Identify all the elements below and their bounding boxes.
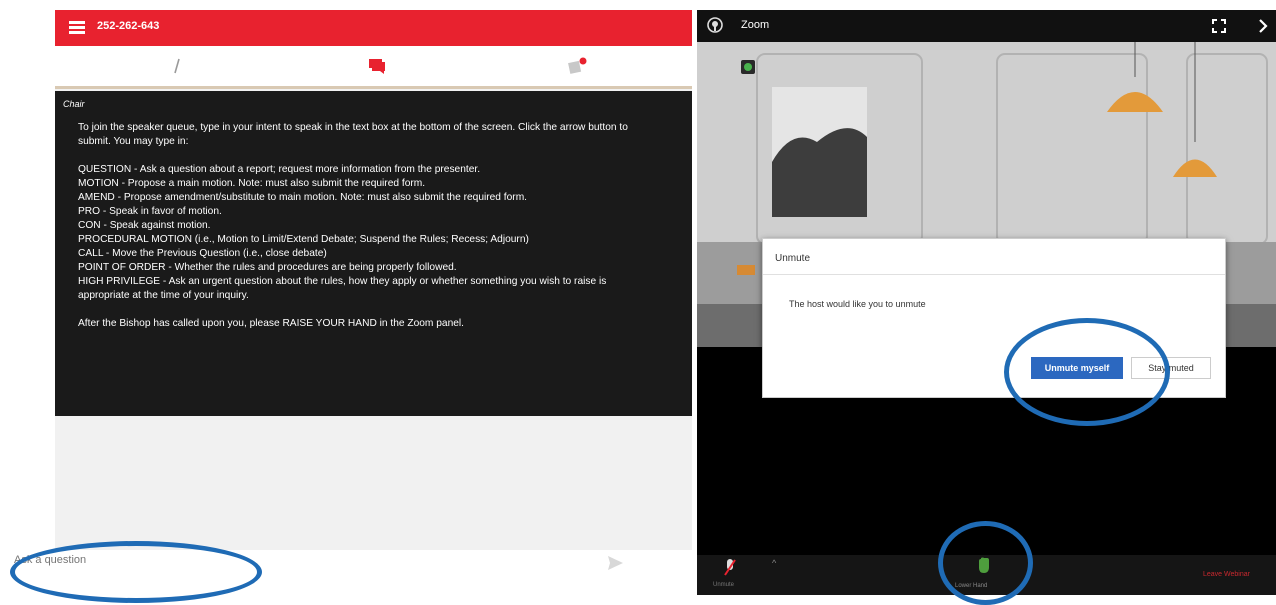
menu-icon[interactable] (69, 21, 85, 34)
chat-message: Chair To join the speaker queue, type in… (55, 91, 692, 416)
zoom-logo-icon (706, 16, 724, 39)
leave-webinar-button[interactable]: Leave Webinar (1203, 571, 1250, 578)
message-text: To join the speaker queue, type in your … (78, 121, 638, 331)
tab-bar (55, 46, 692, 89)
chat-panel: 252-262-643 Chair To join the speaker qu… (55, 10, 692, 595)
instruction-high-privilege: HIGH PRIVILEGE - Ask an urgent question … (78, 276, 607, 301)
instruction-after: After the Bishop has called upon you, pl… (78, 318, 465, 329)
instruction-pro: PRO - Speak in favor of motion. (78, 206, 222, 217)
highlight-ring-unmute (1004, 318, 1170, 426)
highlight-ring-hand (938, 521, 1033, 605)
zoom-title: Zoom (741, 19, 770, 31)
notes-icon[interactable] (557, 52, 597, 80)
mic-icon[interactable] (723, 558, 737, 583)
send-icon[interactable] (605, 553, 625, 573)
instruction-point-of-order: POINT OF ORDER - Whether the rules and p… (78, 262, 457, 273)
instruction-question: QUESTION - Ask a question about a report… (78, 164, 481, 175)
chevron-up-icon[interactable]: ^ (772, 558, 776, 568)
fullscreen-icon[interactable] (1212, 19, 1226, 38)
instruction-intro: To join the speaker queue, type in your … (78, 122, 628, 147)
meeting-id: 252-262-643 (97, 20, 160, 32)
dialog-message: The host would like you to unmute (789, 299, 926, 309)
chevron-right-icon[interactable] (1257, 18, 1269, 39)
info-icon[interactable] (157, 52, 197, 80)
instruction-procedural: PROCEDURAL MOTION (i.e., Motion to Limit… (78, 234, 529, 245)
message-author: Chair (63, 99, 85, 109)
instruction-con: CON - Speak against motion. (78, 220, 211, 231)
chat-icon[interactable] (357, 52, 397, 80)
dialog-title: Unmute (775, 253, 811, 264)
dialog-divider (763, 274, 1225, 275)
zoom-titlebar: Zoom (697, 10, 1276, 42)
highlight-ring-input (10, 541, 262, 603)
shield-icon (741, 60, 755, 74)
unmute-label: Unmute (713, 582, 735, 588)
instruction-motion: MOTION - Propose a main motion. Note: mu… (78, 178, 426, 189)
instruction-amend: AMEND - Propose amendment/substitute to … (78, 192, 528, 203)
panel-header: 252-262-643 (55, 10, 692, 46)
instruction-call: CALL - Move the Previous Question (i.e.,… (78, 248, 327, 259)
